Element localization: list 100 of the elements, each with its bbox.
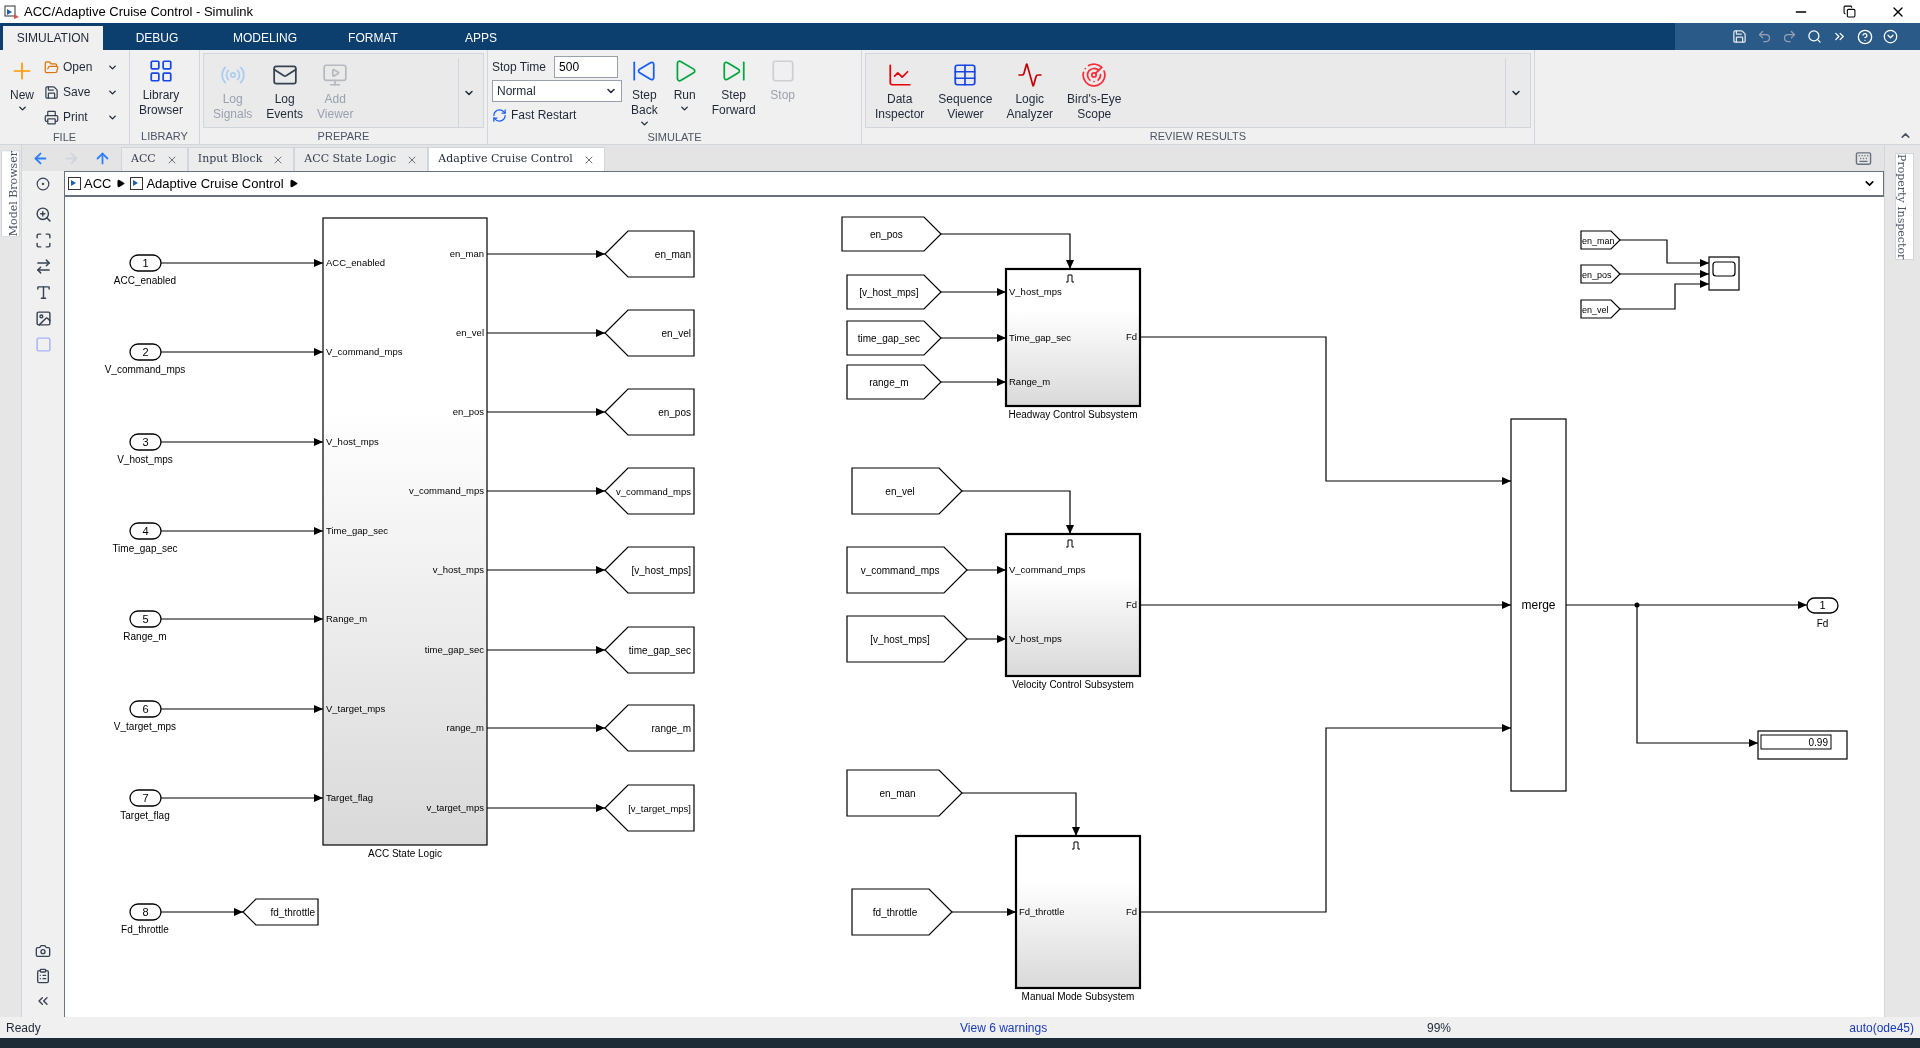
save-icon[interactable] (1732, 29, 1747, 44)
signal-tag: [v_host_mps] (859, 286, 919, 298)
port-label: Target_flag (326, 792, 373, 803)
signal-line (966, 635, 1007, 643)
caret-icon[interactable] (116, 179, 126, 188)
block-name: V_target_mps (113, 721, 177, 732)
subsystem-block[interactable] (1004, 267, 1142, 408)
junction-dot (1634, 602, 1640, 608)
warnings-link[interactable]: View 6 warnings (960, 1018, 1427, 1037)
inport-block (129, 789, 162, 807)
port-number: 1 (1819, 599, 1826, 611)
stop-time-field[interactable]: 500 (554, 56, 619, 78)
undo-icon[interactable] (1757, 29, 1772, 44)
port-label: Fd (1125, 906, 1137, 917)
clipboard-icon[interactable] (35, 968, 51, 984)
inport-block (129, 903, 162, 921)
side-panel-tab[interactable]: Property Inspector (1895, 153, 1914, 261)
ribbon-tab[interactable]: APPS (427, 26, 535, 50)
step-back-icon (631, 58, 658, 84)
port-label: time_gap_sec (424, 644, 484, 655)
signal-tag: en_pos (870, 228, 903, 240)
inport-block (129, 700, 162, 718)
port-label: V_command_mps (1009, 564, 1086, 575)
ribbon-button[interactable]: Step Back (626, 54, 663, 129)
ribbon-tab[interactable]: SIMULATION (3, 26, 103, 50)
ribbon-button[interactable]: Logic Analyzer (1001, 58, 1059, 122)
trigger-icon (1065, 274, 1075, 283)
port-number: 1 (142, 257, 149, 269)
ribbon-button[interactable]: Bird's-Eye Scope (1062, 58, 1127, 122)
text-box-icon[interactable] (34, 284, 52, 301)
ribbon-tab[interactable]: FORMAT (319, 26, 427, 50)
hide-show-icon[interactable] (36, 177, 50, 191)
breadcrumb-item[interactable]: Adaptive Cruise Control (146, 173, 284, 194)
port-label: en_vel (456, 327, 484, 338)
ribbon-button[interactable]: Step Forward (706, 54, 761, 118)
ribbon-small-button[interactable]: Open (44, 55, 118, 79)
subsystem-block[interactable] (1004, 532, 1142, 678)
solver-name: auto(ode45) (1848, 1019, 1915, 1037)
fit-view-icon[interactable] (34, 232, 52, 249)
help-icon[interactable] (1857, 28, 1873, 45)
breadcrumb-item[interactable]: ACC (84, 173, 112, 194)
signal-tag: v_command_mps (860, 564, 940, 576)
ribbon-button[interactable]: Data Inspector (870, 58, 930, 122)
block-name: Range_m (123, 631, 167, 642)
signal-tag: v_command_mps (616, 485, 691, 497)
grid-icon (148, 58, 174, 84)
caret-icon (679, 103, 691, 114)
signal-tag: [v_host_mps] (870, 633, 930, 645)
caret-icon[interactable] (288, 179, 298, 188)
camera-icon[interactable] (35, 943, 51, 959)
restore-icon[interactable] (1843, 5, 1856, 18)
subsystem-block[interactable] (1014, 834, 1142, 990)
signal-tag: time_gap_sec (857, 332, 921, 344)
side-panel-tab[interactable]: Model Browser (1, 150, 20, 238)
editor-tab[interactable]: Adaptive Cruise Control (428, 147, 605, 171)
ribbon-button[interactable]: New (4, 54, 40, 114)
ribbon-button[interactable]: Sequence Viewer (933, 58, 998, 122)
port-label: Fd (1125, 599, 1137, 610)
from-block (1580, 264, 1621, 284)
signal-tag: en_vel (885, 485, 915, 497)
monitor-icon (322, 62, 349, 88)
zoom-in-icon[interactable] (34, 206, 52, 223)
port-label: en_man (449, 248, 484, 259)
ribbon-small-button[interactable]: Save (44, 80, 118, 104)
envelope-icon (271, 62, 298, 88)
signal-tag: en_vel (661, 327, 691, 339)
options-icon[interactable] (1883, 29, 1898, 44)
status-text: Ready (5, 1019, 42, 1037)
group-title: LIBRARY (140, 129, 189, 144)
folder-icon (44, 59, 59, 75)
port-number: 3 (142, 436, 149, 448)
mode-select[interactable]: Normal (492, 80, 622, 102)
port-label: Range_m (1009, 376, 1051, 387)
block-name: ACC State Logic (368, 848, 442, 859)
display-value: 0.99 (1808, 737, 1828, 748)
ribbon-button[interactable]: Library Browser (134, 54, 188, 118)
keyboard-icon[interactable] (1855, 150, 1872, 167)
signal-tag: en_pos (1582, 269, 1612, 280)
ribbon-button[interactable]: Run (666, 54, 703, 114)
ribbon-tab[interactable]: MODELING (211, 26, 319, 50)
ribbon-small-button[interactable]: Print (44, 105, 118, 129)
redo-icon[interactable] (1782, 29, 1797, 44)
block-name: Headway Control Subsystem (1008, 409, 1138, 420)
signal-tag: [v_host_mps] (631, 564, 691, 576)
ribbon-small-button[interactable]: Fast Restart (492, 103, 622, 127)
signal-tag: en_vel (1582, 304, 1609, 315)
port-label: ACC_enabled (326, 257, 386, 268)
port-number: 5 (142, 613, 149, 625)
search-icon[interactable] (1807, 29, 1822, 44)
ribbon-tab[interactable]: DEBUG (103, 26, 211, 50)
arrows-icon[interactable] (34, 258, 52, 275)
editor-tab[interactable]: ACC State Logic (294, 147, 429, 171)
line-chart-icon (886, 62, 913, 88)
port-label: V_target_mps (326, 703, 386, 714)
editor-tab[interactable]: ACC (121, 147, 188, 171)
ribbon-button[interactable]: Log Events (261, 58, 309, 122)
image-icon[interactable] (34, 310, 52, 327)
from-block (1580, 299, 1621, 319)
group-title: FILE (51, 130, 78, 145)
editor-tab[interactable]: Input Block (187, 147, 295, 171)
